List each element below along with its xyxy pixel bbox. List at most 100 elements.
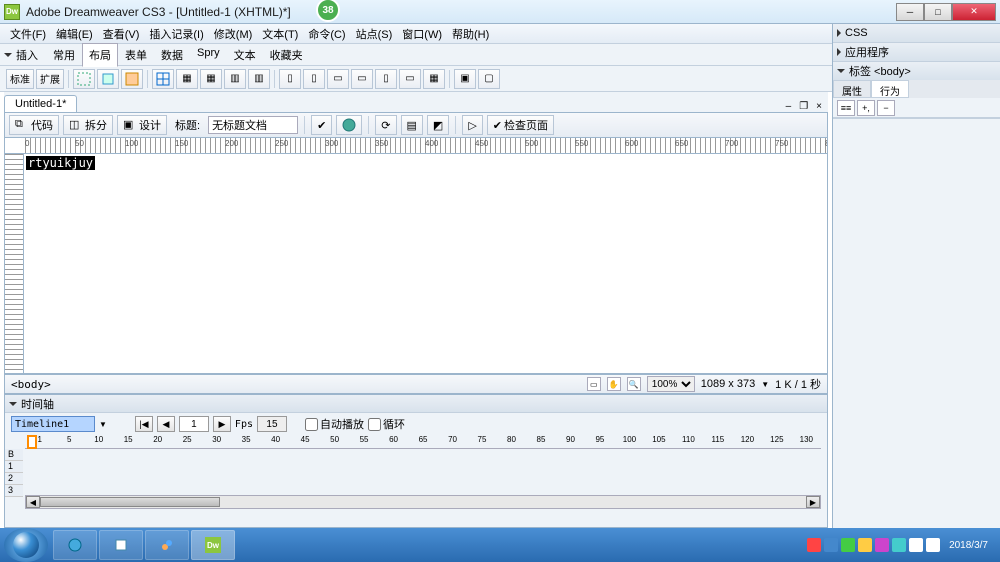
add-behavior-icon[interactable]: +, — [857, 100, 875, 116]
check-page-button[interactable]: ✔检查页面 — [487, 115, 554, 135]
insert-row-above-icon[interactable]: ▦ — [176, 69, 198, 89]
tab-behaviors[interactable]: 行为 — [871, 80, 909, 98]
loop-checkbox[interactable]: 循环 — [368, 416, 405, 432]
doc-minimize[interactable]: – — [784, 101, 794, 112]
insert-div-icon[interactable] — [73, 69, 95, 89]
timeline-name-combo[interactable]: Timeline1 — [11, 416, 95, 432]
view-design-button[interactable]: ▣设计 — [117, 115, 167, 135]
insert-col-left-icon[interactable]: ▥ — [224, 69, 246, 89]
tab-favorites[interactable]: 收藏夹 — [263, 43, 310, 67]
tab-common[interactable]: 常用 — [46, 43, 82, 67]
scroll-left-icon[interactable]: ◀ — [26, 496, 40, 508]
zoom-tool-icon[interactable]: 🔍 — [627, 377, 641, 391]
scrollbar-thumb[interactable] — [40, 497, 220, 507]
timeline-header[interactable]: 时间轴 — [5, 395, 827, 413]
menu-edit[interactable]: 编辑(E) — [52, 24, 97, 44]
insert-col-right-icon[interactable]: ▥ — [248, 69, 270, 89]
maximize-button[interactable]: □ — [924, 3, 952, 21]
insert-row-below-icon[interactable]: ▦ — [200, 69, 222, 89]
menu-help[interactable]: 帮助(H) — [448, 24, 493, 44]
playhead[interactable] — [27, 435, 37, 449]
page-title-input[interactable] — [208, 116, 298, 134]
panel-css-header[interactable]: CSS — [833, 24, 1000, 42]
frame-field[interactable] — [179, 416, 209, 432]
doc-restore[interactable]: ❐ — [797, 101, 810, 112]
view-code-button[interactable]: ⧉代码 — [9, 115, 59, 135]
timeline-track[interactable]: B123 15101520253035404550556065707580859… — [5, 435, 827, 511]
doc-close[interactable]: × — [814, 101, 824, 112]
menu-text[interactable]: 文本(T) — [258, 24, 302, 44]
status-dimensions[interactable]: 1089 x 373 — [701, 378, 755, 390]
minimize-button[interactable]: ─ — [896, 3, 924, 21]
document-tab[interactable]: Untitled-1* — [4, 95, 77, 112]
autoplay-checkbox[interactable]: 自动播放 — [305, 416, 364, 432]
fps-field[interactable] — [257, 416, 287, 432]
selected-text[interactable]: rtyuikjuy — [26, 156, 95, 170]
taskbar-clock[interactable]: 2018/3/7 — [943, 540, 994, 551]
menu-commands[interactable]: 命令(C) — [304, 24, 349, 44]
taskbar-paint[interactable] — [145, 530, 189, 560]
chevron-down-icon[interactable]: ▼ — [99, 420, 107, 429]
select-tool-icon[interactable]: ▭ — [587, 377, 601, 391]
remove-behavior-icon[interactable]: − — [877, 100, 895, 116]
show-set-icon[interactable]: ≡≡ — [837, 100, 855, 116]
tray-icon[interactable] — [824, 538, 838, 552]
mode-expanded[interactable]: 扩展 — [36, 69, 64, 89]
menu-view[interactable]: 查看(V) — [99, 24, 144, 44]
tab-layout[interactable]: 布局 — [82, 43, 118, 67]
back-button[interactable]: ◀ — [157, 416, 175, 432]
start-button[interactable] — [4, 528, 48, 562]
zoom-select[interactable]: 100% — [647, 376, 695, 392]
frame-tb-icon[interactable]: ▭ — [399, 69, 421, 89]
mode-standard[interactable]: 标准 — [6, 69, 34, 89]
menu-site[interactable]: 站点(S) — [352, 24, 397, 44]
hand-tool-icon[interactable]: ✋ — [607, 377, 621, 391]
menu-file[interactable]: 文件(F) — [6, 24, 50, 44]
visual-aids-icon[interactable]: ▷ — [462, 115, 482, 135]
insert-apdiv-icon[interactable] — [97, 69, 119, 89]
tray-icon[interactable] — [875, 538, 889, 552]
frame-b-icon[interactable]: ▭ — [351, 69, 373, 89]
design-canvas[interactable]: rtyuikjuy — [24, 154, 828, 374]
forward-button[interactable]: ▶ — [213, 416, 231, 432]
frame-all-icon[interactable]: ▦ — [423, 69, 445, 89]
taskbar-notepad[interactable] — [99, 530, 143, 560]
timeline-scrollbar[interactable]: ◀ ▶ — [25, 495, 821, 509]
frame-lr-icon[interactable]: ▯ — [375, 69, 397, 89]
chevron-down-icon[interactable] — [4, 53, 12, 57]
tab-text[interactable]: 文本 — [227, 43, 263, 67]
tray-icon[interactable] — [892, 538, 906, 552]
menu-window[interactable]: 窗口(W) — [398, 24, 446, 44]
panel-tags-header[interactable]: 标签 <body> — [833, 62, 1000, 80]
rewind-button[interactable]: |◀ — [135, 416, 153, 432]
menu-modify[interactable]: 修改(M) — [210, 24, 257, 44]
tray-icon[interactable] — [841, 538, 855, 552]
iframe-icon[interactable]: ▣ — [454, 69, 476, 89]
frame-r-icon[interactable]: ▯ — [303, 69, 325, 89]
tab-spry[interactable]: Spry — [190, 43, 227, 67]
frame-t-icon[interactable]: ▭ — [327, 69, 349, 89]
table-icon[interactable] — [152, 69, 174, 89]
view-split-button[interactable]: ◫拆分 — [63, 115, 113, 135]
draw-layer-icon[interactable]: ▢ — [478, 69, 500, 89]
taskbar-dreamweaver[interactable]: Dw — [191, 530, 235, 560]
tag-selector[interactable]: <body> — [11, 378, 51, 391]
tab-data[interactable]: 数据 — [154, 43, 190, 67]
scroll-right-icon[interactable]: ▶ — [806, 496, 820, 508]
menu-insert[interactable]: 插入记录(I) — [145, 24, 207, 44]
tab-attributes[interactable]: 属性 — [833, 80, 871, 98]
view-options-icon[interactable]: ◩ — [427, 115, 449, 135]
browser-preview-icon[interactable] — [336, 115, 362, 135]
close-button[interactable]: ✕ — [952, 3, 996, 21]
panel-app-header[interactable]: 应用程序 — [833, 43, 1000, 61]
refresh-icon[interactable]: ⟳ — [375, 115, 396, 135]
file-mgmt-icon[interactable]: ▤ — [401, 115, 423, 135]
tray-icon[interactable] — [807, 538, 821, 552]
tab-forms[interactable]: 表单 — [118, 43, 154, 67]
insert-spry-icon[interactable] — [121, 69, 143, 89]
frame-l-icon[interactable]: ▯ — [279, 69, 301, 89]
tray-volume-icon[interactable] — [909, 538, 923, 552]
tray-icon[interactable] — [858, 538, 872, 552]
validate-icon[interactable]: ✔ — [311, 115, 332, 135]
tray-network-icon[interactable] — [926, 538, 940, 552]
